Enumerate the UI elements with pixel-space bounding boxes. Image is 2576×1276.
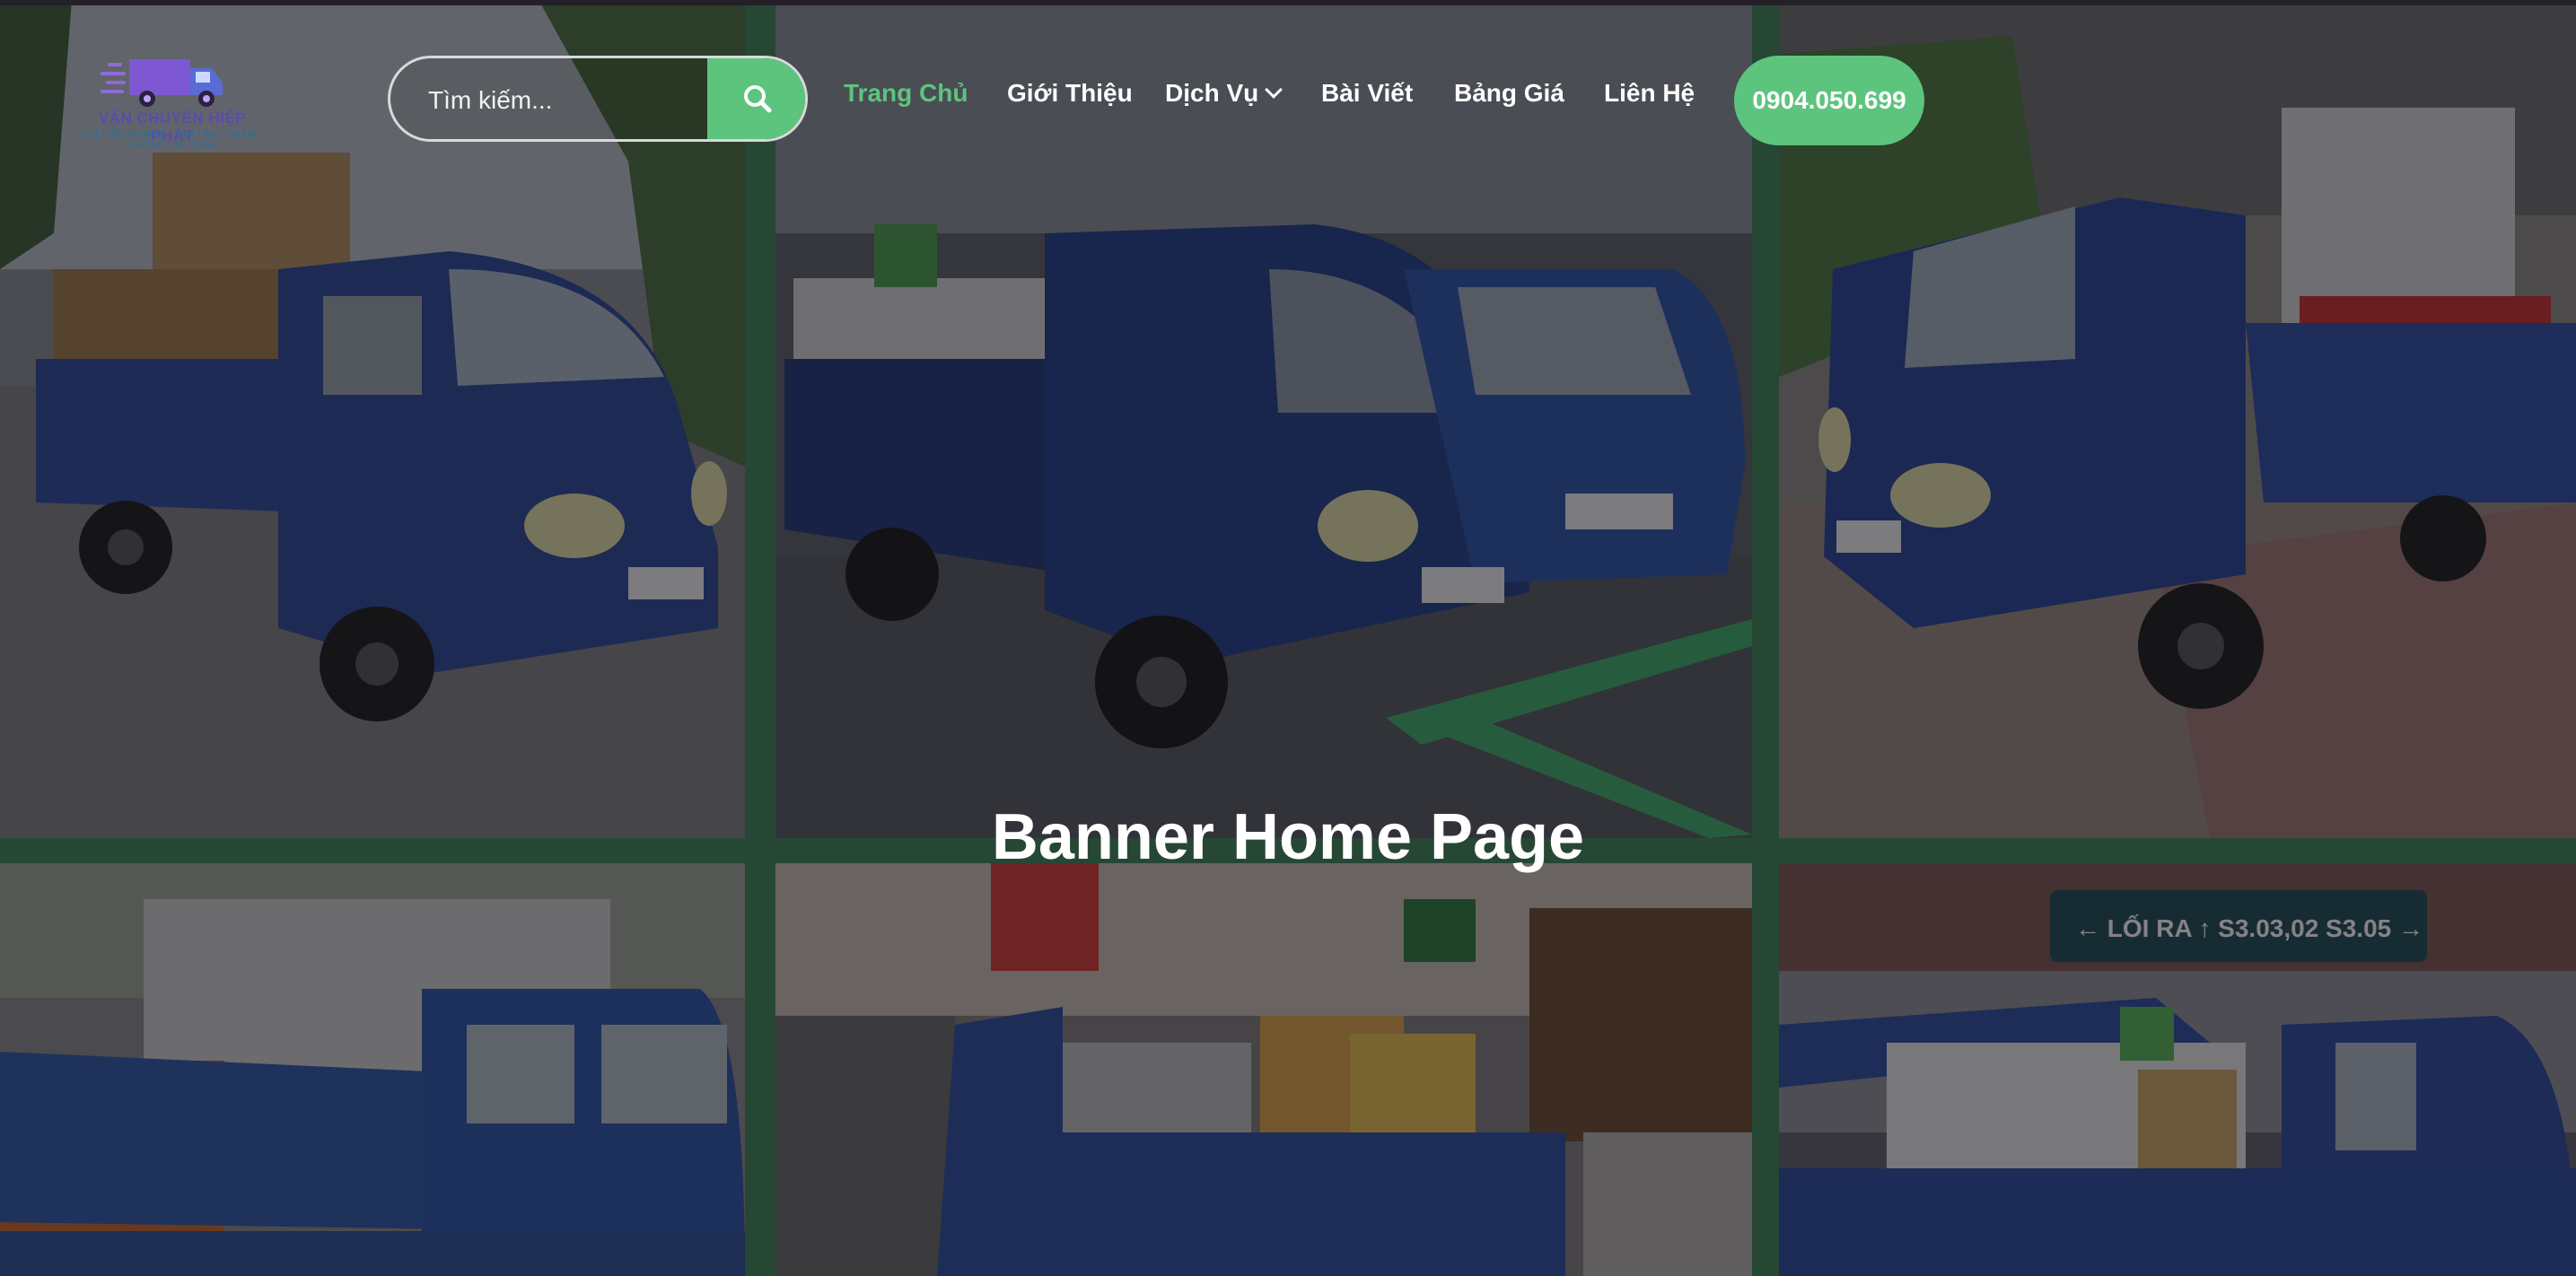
phone-button[interactable]: 0904.050.699 (1734, 56, 1924, 145)
banner-title: Banner Home Page (991, 801, 1585, 873)
search-button[interactable] (707, 58, 805, 139)
nav-item-gioi-thieu[interactable]: Giới Thiệu (1007, 79, 1133, 108)
nav-item-dich-vu-label: Dịch Vụ (1165, 79, 1259, 107)
nav-item-bang-gia[interactable]: Bảng Giá (1454, 79, 1564, 108)
photo-trucks-parking-garage (775, 0, 1752, 838)
nav-item-bai-viet[interactable]: Bài Viết (1321, 79, 1413, 108)
nav-item-lien-he[interactable]: Liên Hệ (1604, 79, 1695, 108)
svg-text:← LỐI RA ↑ S3.03,02 S3.05 →: ← LỐI RA ↑ S3.03,02 S3.05 → (2075, 913, 2423, 942)
logo-subtitle: CHUYÊN NGHIỆP · TẬN TÂM · NHANH CHÓNG · … (83, 129, 262, 151)
photo-truck-loaded-boxes-street (775, 863, 1752, 1276)
banner-photo-grid: ← LỐI RA ↑ S3.03,02 S3.05 → (0, 0, 2576, 1276)
delivery-truck-icon (101, 59, 223, 107)
nav-item-dich-vu[interactable]: Dịch Vụ (1165, 79, 1284, 108)
top-edge-strip (0, 0, 2576, 5)
homepage: ← LỐI RA ↑ S3.03,02 S3.05 → VẬN CHUYỂN H… (0, 0, 2576, 1276)
search-input[interactable] (426, 80, 717, 121)
search-box (388, 56, 808, 142)
chevron-down-icon (1265, 81, 1284, 99)
photo-truck-covered-tarp (0, 863, 745, 1276)
search-icon (744, 85, 772, 113)
photo-truck-exit-sign: ← LỐI RA ↑ S3.03,02 S3.05 → (1779, 863, 2576, 1276)
nav-item-trang-chu[interactable]: Trang Chủ (844, 79, 968, 108)
site-logo[interactable]: VẬN CHUYỂN HIỆP PHÁT CHUYÊN NGHIỆP · TẬN… (83, 52, 262, 151)
